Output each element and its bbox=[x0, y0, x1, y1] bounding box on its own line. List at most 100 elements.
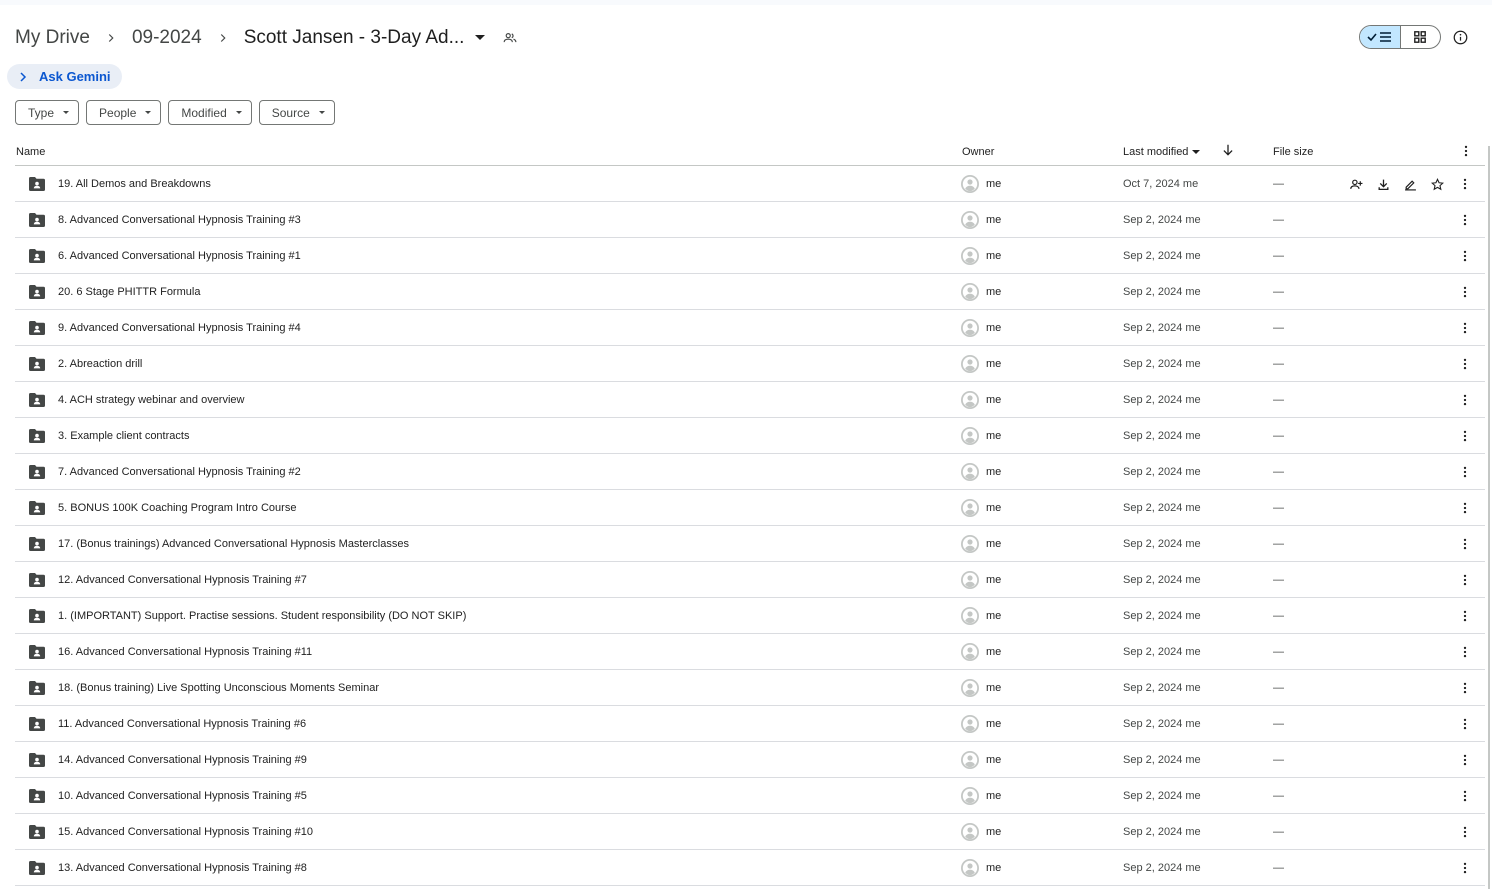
more-options-icon[interactable] bbox=[1457, 211, 1473, 229]
file-size: — bbox=[1273, 178, 1284, 190]
more-options-icon[interactable] bbox=[1457, 463, 1473, 481]
breadcrumb-09-2024[interactable]: 09-2024 bbox=[132, 27, 202, 49]
owner-avatar bbox=[961, 607, 979, 625]
owner-avatar bbox=[961, 391, 979, 409]
filter-modified[interactable]: Modified bbox=[168, 100, 252, 125]
owner-avatar bbox=[961, 499, 979, 517]
grid-view-button[interactable] bbox=[1401, 26, 1441, 48]
breadcrumb-my-drive[interactable]: My Drive bbox=[15, 27, 90, 49]
column-last-modified-label: Last modified bbox=[1123, 146, 1189, 158]
breadcrumb-current-folder[interactable]: Scott Jansen - 3-Day Ad... bbox=[244, 27, 465, 49]
owner-name: me bbox=[986, 574, 1002, 586]
table-row[interactable]: 19. All Demos and Breakdowns me Oct 7, 2… bbox=[15, 166, 1485, 202]
scrollbar[interactable] bbox=[1488, 146, 1490, 889]
table-row[interactable]: 10. Advanced Conversational Hypnosis Tra… bbox=[15, 778, 1485, 814]
download-icon[interactable] bbox=[1375, 176, 1391, 192]
table-row[interactable]: 8. Advanced Conversational Hypnosis Trai… bbox=[15, 202, 1485, 238]
table-row[interactable]: 14. Advanced Conversational Hypnosis Tra… bbox=[15, 742, 1485, 778]
last-modified: Sep 2, 2024 me bbox=[1123, 682, 1201, 694]
more-options-icon[interactable] bbox=[1457, 787, 1473, 805]
more-options-icon[interactable] bbox=[1457, 283, 1473, 301]
file-name: 13. Advanced Conversational Hypnosis Tra… bbox=[58, 862, 307, 874]
owner-name: me bbox=[986, 646, 1002, 658]
table-row[interactable]: 4. ACH strategy webinar and overview me … bbox=[15, 382, 1485, 418]
owner-avatar bbox=[961, 427, 979, 445]
star-icon[interactable] bbox=[1429, 176, 1445, 192]
more-options-icon[interactable] bbox=[1457, 175, 1473, 193]
last-modified: Sep 2, 2024 me bbox=[1123, 286, 1201, 298]
rename-icon[interactable] bbox=[1402, 176, 1418, 192]
table-row[interactable]: 15. Advanced Conversational Hypnosis Tra… bbox=[15, 814, 1485, 850]
list-view-button[interactable] bbox=[1360, 26, 1401, 48]
table-row[interactable]: 17. (Bonus trainings) Advanced Conversat… bbox=[15, 526, 1485, 562]
sort-direction-icon[interactable] bbox=[1221, 143, 1235, 160]
info-icon[interactable] bbox=[1450, 27, 1470, 47]
filter-type[interactable]: Type bbox=[15, 100, 80, 125]
more-options-icon[interactable] bbox=[1457, 679, 1473, 697]
table-row[interactable]: 7. Advanced Conversational Hypnosis Trai… bbox=[15, 454, 1485, 490]
folder-menu-caret-icon[interactable] bbox=[470, 28, 490, 48]
more-options-icon[interactable] bbox=[1457, 427, 1473, 445]
shared-folder-icon bbox=[29, 717, 45, 731]
dropdown-caret-icon bbox=[318, 111, 325, 114]
owner-avatar bbox=[961, 715, 979, 733]
owner-name: me bbox=[986, 682, 1002, 694]
table-row[interactable]: 3. Example client contracts me Sep 2, 20… bbox=[15, 418, 1485, 454]
chevron-right-icon bbox=[90, 31, 132, 45]
owner-name: me bbox=[986, 538, 1002, 550]
more-options-icon[interactable] bbox=[1457, 319, 1473, 337]
more-options-icon[interactable] bbox=[1457, 247, 1473, 265]
more-options-icon[interactable] bbox=[1457, 607, 1473, 625]
table-row[interactable]: 5. BONUS 100K Coaching Program Intro Cou… bbox=[15, 490, 1485, 526]
more-options-icon[interactable] bbox=[1457, 823, 1473, 841]
file-name: 4. ACH strategy webinar and overview bbox=[58, 394, 245, 406]
last-modified: Sep 2, 2024 me bbox=[1123, 790, 1201, 802]
more-options-icon[interactable] bbox=[1457, 751, 1473, 769]
filter-source-label: Source bbox=[271, 105, 310, 120]
more-options-icon[interactable] bbox=[1459, 144, 1473, 161]
more-options-icon[interactable] bbox=[1457, 535, 1473, 553]
column-name-header[interactable]: Name bbox=[16, 146, 45, 158]
table-row[interactable]: 1. (IMPORTANT) Support. Practise session… bbox=[15, 598, 1485, 634]
shared-folder-icon bbox=[29, 393, 45, 407]
shared-folder-icon bbox=[29, 825, 45, 839]
table-row[interactable]: 18. (Bonus training) Live Spotting Uncon… bbox=[15, 670, 1485, 706]
table-row[interactable]: 6. Advanced Conversational Hypnosis Trai… bbox=[15, 238, 1485, 274]
file-size: — bbox=[1273, 574, 1284, 586]
owner-avatar bbox=[961, 823, 979, 841]
owner-name: me bbox=[986, 790, 1002, 802]
file-size: — bbox=[1273, 682, 1284, 694]
more-options-icon[interactable] bbox=[1457, 571, 1473, 589]
more-options-icon[interactable] bbox=[1457, 859, 1473, 877]
shared-folder-icon bbox=[29, 213, 45, 227]
table-row[interactable]: 13. Advanced Conversational Hypnosis Tra… bbox=[15, 850, 1485, 886]
table-row[interactable]: 11. Advanced Conversational Hypnosis Tra… bbox=[15, 706, 1485, 742]
more-options-icon[interactable] bbox=[1457, 391, 1473, 409]
column-last-modified-header[interactable]: Last modified bbox=[1123, 146, 1201, 158]
filter-people[interactable]: People bbox=[86, 100, 162, 125]
more-options-icon[interactable] bbox=[1457, 355, 1473, 373]
ask-gemini-button[interactable]: Ask Gemini bbox=[7, 64, 122, 89]
share-icon[interactable] bbox=[1348, 176, 1364, 192]
dropdown-caret-icon bbox=[1192, 150, 1201, 154]
more-options-icon[interactable] bbox=[1457, 715, 1473, 733]
column-file-size-header[interactable]: File size bbox=[1273, 146, 1313, 158]
shared-folder-icon bbox=[29, 861, 45, 875]
last-modified: Sep 2, 2024 me bbox=[1123, 718, 1201, 730]
chevron-right-icon bbox=[202, 31, 244, 45]
more-options-icon[interactable] bbox=[1457, 499, 1473, 517]
table-row[interactable]: 12. Advanced Conversational Hypnosis Tra… bbox=[15, 562, 1485, 598]
table-row[interactable]: 16. Advanced Conversational Hypnosis Tra… bbox=[15, 634, 1485, 670]
owner-name: me bbox=[986, 862, 1002, 874]
more-options-icon[interactable] bbox=[1457, 643, 1473, 661]
table-row[interactable]: 2. Abreaction drill me Sep 2, 2024 me — bbox=[15, 346, 1485, 382]
file-name: 20. 6 Stage PHITTR Formula bbox=[58, 286, 201, 298]
column-owner-header[interactable]: Owner bbox=[962, 146, 994, 158]
filter-source[interactable]: Source bbox=[258, 100, 335, 125]
table-row[interactable]: 9. Advanced Conversational Hypnosis Trai… bbox=[15, 310, 1485, 346]
last-modified: Sep 2, 2024 me bbox=[1123, 502, 1201, 514]
owner-name: me bbox=[986, 178, 1002, 190]
table-row[interactable]: 20. 6 Stage PHITTR Formula me Sep 2, 202… bbox=[15, 274, 1485, 310]
file-size: — bbox=[1273, 718, 1284, 730]
owner-avatar bbox=[961, 319, 979, 337]
